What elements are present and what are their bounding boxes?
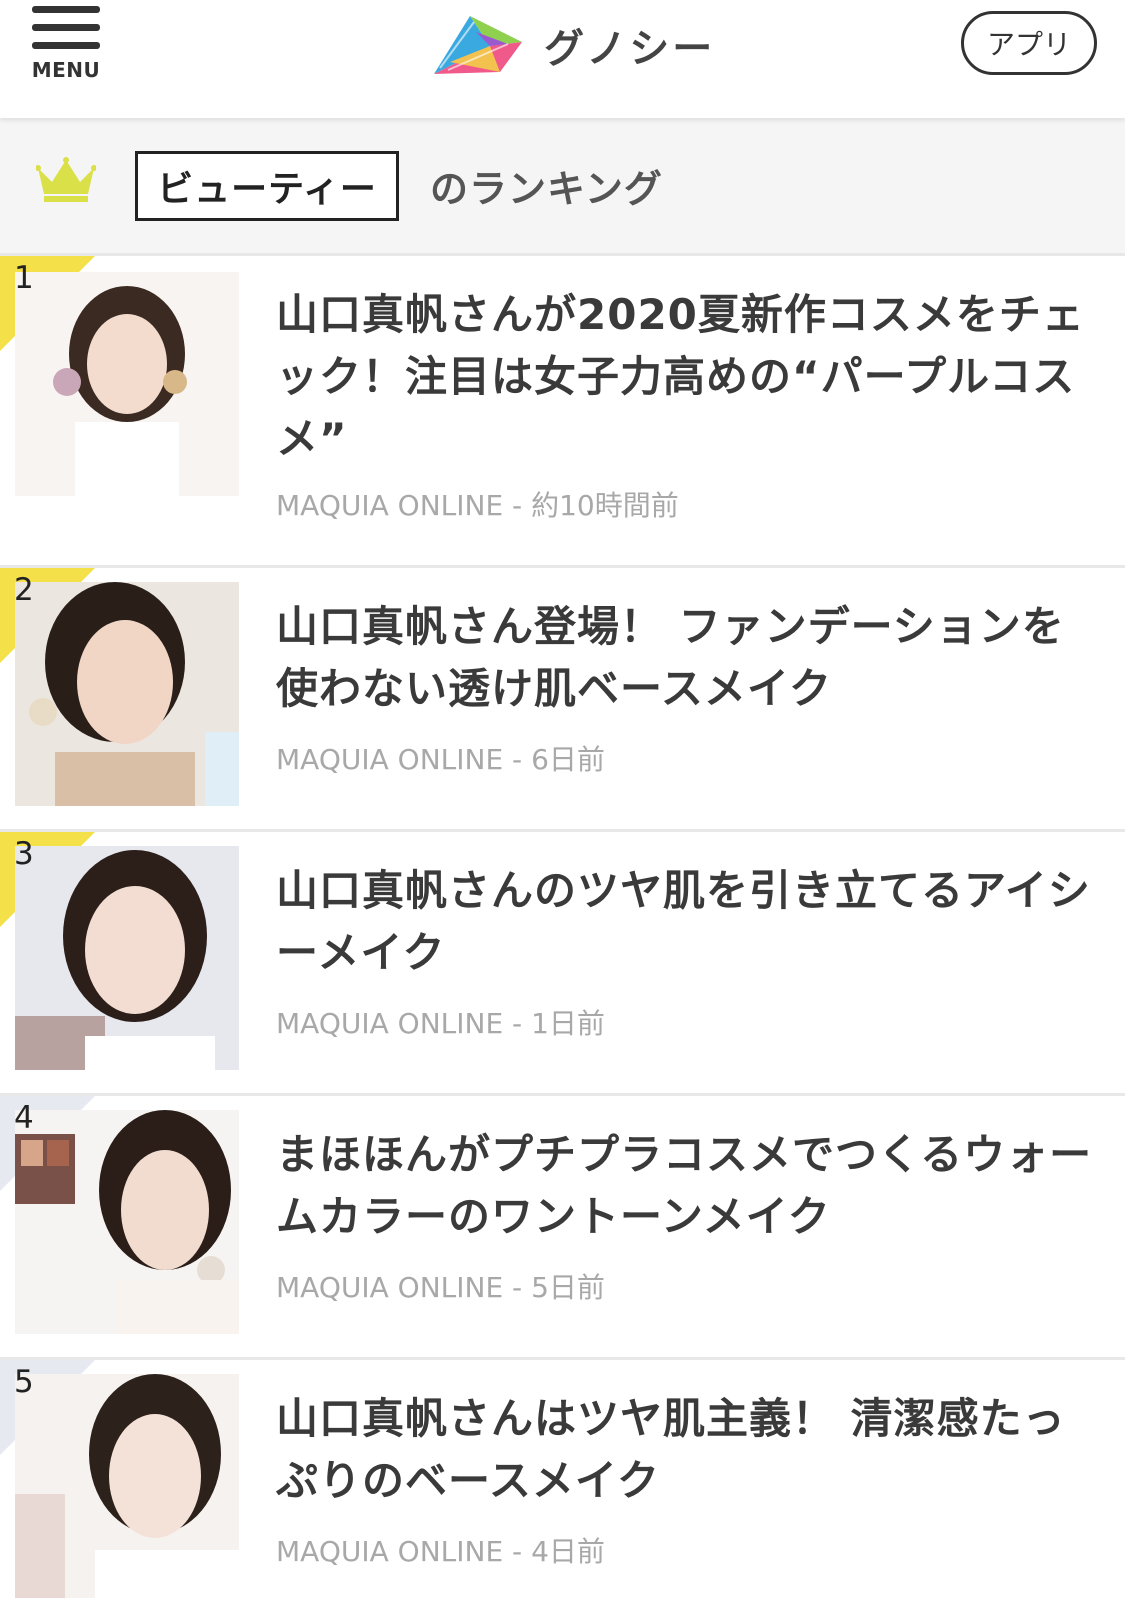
article-title[interactable]: 山口真帆さん登場！ ファンデーションを使わない透け肌ベースメイク: [276, 596, 1106, 720]
article-thumbnail[interactable]: [15, 582, 239, 806]
article-source: MAQUIA ONLINE: [276, 489, 504, 522]
app-button[interactable]: アプリ: [961, 11, 1097, 75]
article-title[interactable]: まほほんがプチプラコスメでつくるウォームカラーのワントーンメイク: [276, 1124, 1106, 1248]
menu-label: MENU: [31, 58, 101, 82]
article-source: MAQUIA ONLINE: [276, 1535, 504, 1568]
hamburger-icon: [32, 6, 100, 13]
article-item-4[interactable]: 4 まほほんがプチプラコスメでつくるウォームカラーのワントーンメイク MAQUI…: [0, 1093, 1125, 1360]
rank-number: 5: [14, 1364, 34, 1400]
article-item-2[interactable]: 2 山口真帆さん登場！ ファンデーションを使わない透け肌ベースメイク MAQUI…: [0, 565, 1125, 832]
article-thumbnail[interactable]: [15, 1110, 239, 1334]
rank-number: 3: [14, 836, 34, 872]
article-thumbnail[interactable]: [15, 272, 239, 496]
crown-icon: [36, 157, 96, 202]
menu-button[interactable]: MENU: [30, 6, 102, 90]
article-title[interactable]: 山口真帆さんのツヤ肌を引き立てるアイシーメイク: [276, 860, 1106, 984]
category-selector[interactable]: ビューティー: [135, 151, 399, 221]
article-time: 1日前: [531, 1007, 605, 1040]
hamburger-bar: [32, 42, 100, 49]
rank-number: 2: [14, 572, 34, 608]
article-meta: MAQUIA ONLINE - 約10時間前: [276, 489, 679, 522]
rank-number: 4: [14, 1100, 34, 1136]
article-title[interactable]: 山口真帆さんが2020夏新作コスメをチェック！注目は女子力高めの“パープルコスメ…: [276, 284, 1106, 470]
article-title[interactable]: 山口真帆さんはツヤ肌主義！ 清潔感たっぷりのベースメイク: [276, 1388, 1106, 1512]
article-source: MAQUIA ONLINE: [276, 743, 504, 776]
article-source: MAQUIA ONLINE: [276, 1007, 504, 1040]
brand-name: グノシー: [544, 26, 716, 72]
article-time: 4日前: [531, 1535, 605, 1568]
article-time: 約10時間前: [531, 489, 679, 522]
rank-number: 1: [14, 260, 34, 296]
article-item-3[interactable]: 3 山口真帆さんのツヤ肌を引き立てるアイシーメイク MAQUIA ONLINE …: [0, 829, 1125, 1096]
top-header: MENU グノシー アプリ: [0, 0, 1125, 118]
logo[interactable]: グノシー: [430, 10, 715, 80]
ranking-label: のランキング: [430, 167, 663, 211]
article-thumbnail[interactable]: [15, 846, 239, 1070]
article-source: MAQUIA ONLINE: [276, 1271, 504, 1304]
article-meta: MAQUIA ONLINE - 1日前: [276, 1007, 605, 1040]
hamburger-bar: [32, 24, 100, 31]
article-meta: MAQUIA ONLINE - 6日前: [276, 743, 605, 776]
gunosy-logo-icon: [434, 16, 522, 74]
article-item-5[interactable]: 5 山口真帆さんはツヤ肌主義！ 清潔感たっぷりのベースメイク MAQUIA ON…: [0, 1357, 1125, 1617]
article-item-1[interactable]: 1 山口真帆さんが2020夏新作コスメをチェック！注目は女子力高めの“パープルコ…: [0, 253, 1125, 568]
article-time: 6日前: [531, 743, 605, 776]
article-thumbnail[interactable]: [15, 1374, 239, 1598]
article-meta: MAQUIA ONLINE - 5日前: [276, 1271, 605, 1304]
article-time: 5日前: [531, 1271, 605, 1304]
ranking-header: ビューティー のランキング: [0, 118, 1125, 253]
article-meta: MAQUIA ONLINE - 4日前: [276, 1535, 605, 1568]
